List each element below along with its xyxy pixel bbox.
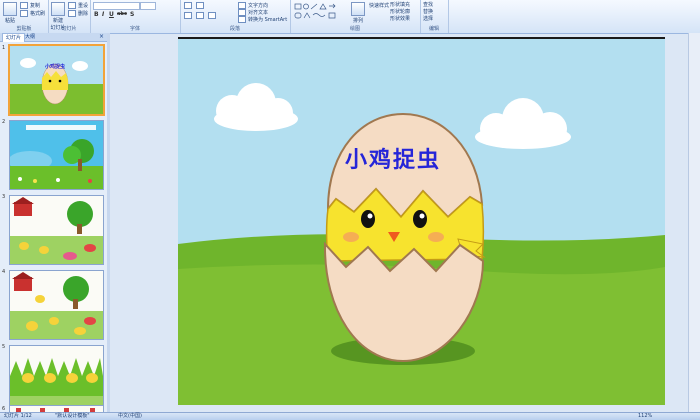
slides-group-label: 幻灯片	[61, 26, 77, 32]
font-name-box[interactable]	[93, 2, 140, 10]
drawing-group-label: 绘图	[349, 26, 360, 32]
shape-effects-button[interactable]: 形状效果	[390, 15, 410, 22]
drawing-group: 排列 快速样式 形状填充 形状轮廓 形状效果 绘图	[290, 0, 421, 33]
slide-canvas[interactable]: 小鸡捉虫	[178, 37, 665, 405]
bullets-icon	[184, 2, 192, 9]
paragraph-group: 文字方向 对齐文本 转换为 SmartArt 段落	[180, 0, 291, 33]
slide-thumbnail-2[interactable]	[9, 120, 104, 190]
thumb-1-preview: 小鸡捉虫	[10, 46, 103, 114]
paragraph-group-label: 段落	[229, 26, 240, 32]
shape-outline-button[interactable]: 形状轮廓	[390, 8, 410, 15]
align-center-button[interactable]	[196, 12, 206, 19]
bold-button[interactable]: B	[94, 11, 99, 18]
chick-left-eye	[361, 210, 375, 228]
editing-group: 查找 替换 选择 编辑	[420, 0, 449, 33]
chick-right-eye	[413, 210, 427, 228]
align-text-button[interactable]: 对齐文本	[238, 9, 268, 16]
slide-thumbnail-3[interactable]	[9, 195, 104, 265]
italic-button[interactable]: I	[102, 11, 104, 18]
slide-thumbnail-panel: 幻灯片 大纲 × 1 小鸡捉虫 2 3 4 5 6	[0, 33, 108, 415]
align-text-icon	[238, 9, 246, 16]
align-left-button[interactable]	[184, 12, 194, 19]
text-direction-button[interactable]: 文字方向	[238, 2, 268, 9]
format-painter-button[interactable]: 格式刷	[20, 10, 45, 17]
new-slide-icon	[51, 2, 65, 16]
copy-icon	[20, 2, 28, 9]
align-right-button[interactable]	[208, 12, 218, 19]
text-direction-icon	[238, 2, 246, 9]
copy-button[interactable]: 复制	[20, 2, 40, 9]
editing-group-label: 编辑	[428, 26, 439, 32]
delete-slide-button[interactable]: 删除	[68, 10, 88, 17]
thumb-number: 2	[2, 119, 6, 125]
thumb-number: 5	[2, 344, 6, 350]
close-panel-icon[interactable]: ×	[99, 33, 104, 41]
font-group: B I U abc S 字体	[90, 0, 181, 33]
delete-icon	[68, 10, 76, 17]
bullets-button[interactable]	[184, 2, 194, 9]
align-right-icon	[208, 12, 216, 19]
align-center-icon	[196, 12, 204, 19]
strikethrough-button[interactable]: abc	[117, 11, 127, 17]
clipboard-group-label: 剪贴板	[16, 26, 32, 32]
thumb-number: 1	[2, 45, 6, 51]
slides-group: 新建 幻灯片 重设 删除 幻灯片	[48, 0, 91, 33]
align-left-icon	[184, 12, 192, 19]
shapes-gallery[interactable]	[294, 3, 350, 21]
format-painter-icon	[20, 10, 28, 17]
font-group-label: 字体	[129, 26, 140, 32]
underline-button[interactable]: U	[109, 11, 114, 18]
vertical-scrollbar[interactable]	[688, 33, 700, 412]
select-button[interactable]: 选择	[423, 15, 433, 22]
numbering-button[interactable]	[196, 2, 206, 9]
shadow-button[interactable]: S	[130, 11, 134, 18]
convert-smartart-button[interactable]: 转换为 SmartArt	[238, 16, 287, 23]
tab-outline[interactable]: 大纲	[22, 33, 38, 41]
paste-icon	[3, 2, 17, 16]
slide-artwork	[178, 39, 665, 405]
thumb-3-preview	[10, 196, 103, 264]
shape-fill-button[interactable]: 形状填充	[390, 1, 410, 8]
numbering-icon	[196, 2, 204, 9]
slide-thumbnail-4[interactable]	[9, 270, 104, 340]
thumb-4-preview	[10, 271, 103, 339]
arrange-button[interactable]: 排列	[350, 2, 366, 24]
slide-title[interactable]: 小鸡捉虫	[345, 142, 441, 174]
quick-styles-button[interactable]: 快速样式	[369, 2, 389, 9]
thumb-2-preview	[10, 121, 103, 189]
thumb-5-preview	[10, 346, 103, 414]
smartart-icon	[238, 16, 246, 23]
panel-splitter[interactable]	[107, 33, 110, 412]
slide-thumbnail-1[interactable]: 小鸡捉虫	[8, 44, 105, 116]
find-button[interactable]: 查找	[423, 1, 433, 8]
svg-text:小鸡捉虫: 小鸡捉虫	[45, 63, 65, 70]
reset-slide-button[interactable]: 重设	[68, 2, 88, 9]
panel-tabs: 幻灯片 大纲 ×	[0, 33, 107, 42]
thumb-number: 4	[2, 269, 6, 275]
thumb-number: 3	[2, 194, 6, 200]
clipboard-group: 粘贴 复制 格式刷 剪贴板	[0, 0, 49, 33]
ribbon: 粘贴 复制 格式刷 剪贴板 新建 幻灯片 重设 删除 幻灯片 B I U abc…	[0, 0, 700, 34]
arrange-icon	[351, 2, 365, 16]
paste-button[interactable]: 粘贴	[2, 2, 18, 24]
reset-icon	[68, 2, 76, 9]
replace-button[interactable]: 替换	[423, 8, 433, 15]
font-size-box[interactable]	[140, 2, 156, 10]
